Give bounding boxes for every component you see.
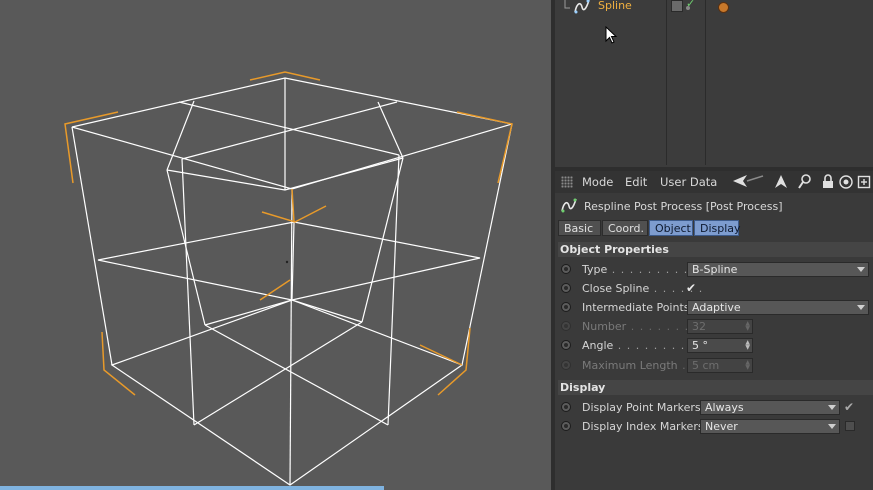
progress-bar (0, 486, 384, 490)
viewport[interactable] (0, 0, 551, 490)
spinner-icon: ▲ ▼ (745, 320, 750, 332)
animate-radio-icon[interactable] (561, 340, 571, 350)
field-value: 5 cm (692, 359, 720, 372)
spline-icon (574, 0, 590, 14)
dropdown-value: Always (705, 401, 744, 414)
dropdown-value: Adaptive (692, 301, 741, 314)
type-dropdown[interactable]: B-Spline (687, 262, 869, 277)
dropdown-value: B-Spline (692, 263, 738, 276)
target-icon[interactable] (839, 174, 853, 189)
animate-radio-icon[interactable] (561, 402, 571, 412)
respline-icon (561, 198, 577, 213)
object-name[interactable]: Spline (598, 0, 632, 12)
menu-mode[interactable]: Mode (582, 175, 613, 189)
property-type: Type . . . . . . . . . . . . . . B-Splin… (555, 261, 873, 279)
up-arrow-icon[interactable] (774, 174, 788, 189)
index-markers-dropdown[interactable]: Never (700, 419, 840, 434)
object-manager: Spline ✓ (555, 0, 873, 167)
animate-radio-icon[interactable] (561, 421, 571, 431)
property-intermediate-points: Intermediate Points Adaptive (555, 299, 873, 317)
property-label: Number (582, 320, 627, 333)
column-divider (705, 0, 706, 165)
attribute-manager: Mode Edit User Data Respline Post Proces… (555, 171, 873, 490)
property-label: Display Index Markers (582, 420, 704, 433)
layer-icon[interactable] (671, 0, 683, 12)
back-arrow-icon[interactable] (731, 174, 765, 189)
spinner-icon: ▲ ▼ (745, 359, 750, 371)
object-title: Respline Post Process [Post Process] (584, 200, 783, 213)
property-label: Display Point Markers (582, 401, 701, 414)
property-display-index-markers: Display Index Markers Never (555, 418, 873, 436)
animate-radio-icon[interactable] (561, 264, 571, 274)
tab-coord[interactable]: Coord. (602, 220, 648, 236)
number-field: 32 ▲ ▼ (687, 319, 753, 334)
lock-icon[interactable] (821, 174, 835, 189)
max-length-field: 5 cm ▲ ▼ (687, 358, 753, 373)
dropdown-value: Never (705, 420, 738, 433)
mouse-cursor-icon (605, 26, 618, 44)
tab-display[interactable]: Display (694, 220, 741, 236)
property-close-spline: Close Spline . . . . . . ✔ (555, 280, 873, 298)
animate-radio-icon (561, 360, 571, 370)
wireframe-cube (64, 71, 513, 486)
property-number: Number . . . . . . . . . . . 32 ▲ ▼ (555, 318, 873, 336)
chevron-down-icon (857, 305, 865, 310)
property-angle: Angle . . . . . . . . . . . . 5 ° ▲ ▼ (555, 337, 873, 355)
menu-user-data[interactable]: User Data (660, 175, 717, 189)
new-panel-icon[interactable] (857, 174, 871, 189)
tree-branch-icon (564, 0, 570, 9)
search-icon[interactable] (798, 174, 812, 189)
chevron-down-icon (828, 424, 836, 429)
close-spline-checkbox[interactable]: ✔ (686, 282, 699, 295)
column-divider (666, 0, 667, 165)
property-label: Maximum Length (582, 359, 678, 372)
section-display[interactable]: Display (558, 380, 873, 395)
selection-brackets (64, 71, 513, 396)
property-display-point-markers: Display Point Markers Always ✔ (555, 399, 873, 417)
property-max-length: Maximum Length . . . . 5 cm▲▼ (555, 357, 873, 375)
intermediate-points-dropdown[interactable]: Adaptive (687, 300, 869, 315)
property-label: Type (582, 263, 608, 276)
property-label: Close Spline (582, 282, 650, 295)
attribute-menubar: Mode Edit User Data (555, 171, 873, 193)
chevron-down-icon (857, 267, 865, 272)
menu-edit[interactable]: Edit (625, 175, 647, 189)
spinner-icon[interactable]: ▲ ▼ (745, 340, 750, 351)
animate-radio-icon (561, 321, 571, 331)
tab-basic[interactable]: Basic (558, 220, 601, 236)
cube-top-face (71, 77, 513, 190)
material-tag-icon[interactable] (718, 2, 729, 13)
property-label: Intermediate Points (582, 301, 690, 314)
point-markers-dropdown[interactable]: Always (700, 400, 840, 415)
section-object-properties[interactable]: Object Properties (558, 242, 873, 257)
visibility-dot-icon[interactable] (686, 6, 690, 10)
field-value: 32 (692, 320, 706, 333)
angle-field[interactable]: 5 ° ▲ ▼ (687, 338, 753, 353)
field-value: 5 ° (692, 339, 708, 352)
animate-radio-icon[interactable] (561, 283, 571, 293)
index-markers-checkbox[interactable] (845, 421, 855, 431)
property-label: Angle (582, 339, 614, 352)
panel-grip-icon[interactable] (561, 176, 573, 188)
animate-radio-icon[interactable] (561, 302, 571, 312)
tab-object[interactable]: Object (649, 220, 693, 236)
point-markers-checkbox[interactable]: ✔ (844, 401, 857, 414)
chevron-down-icon (828, 405, 836, 410)
object-row-spline[interactable]: Spline ✓ (555, 0, 873, 15)
